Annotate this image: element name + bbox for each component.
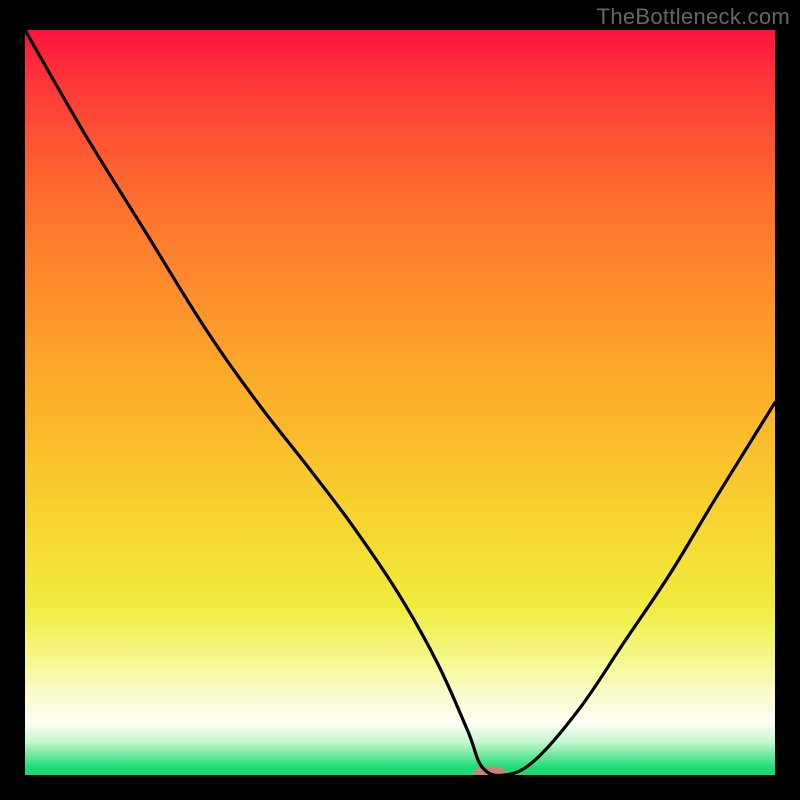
chart-frame: TheBottleneck.com [0,0,800,800]
watermark-text: TheBottleneck.com [597,4,790,30]
bottleneck-curve-svg [25,30,775,775]
bottleneck-curve-path [25,30,775,775]
plot-area [25,30,775,775]
